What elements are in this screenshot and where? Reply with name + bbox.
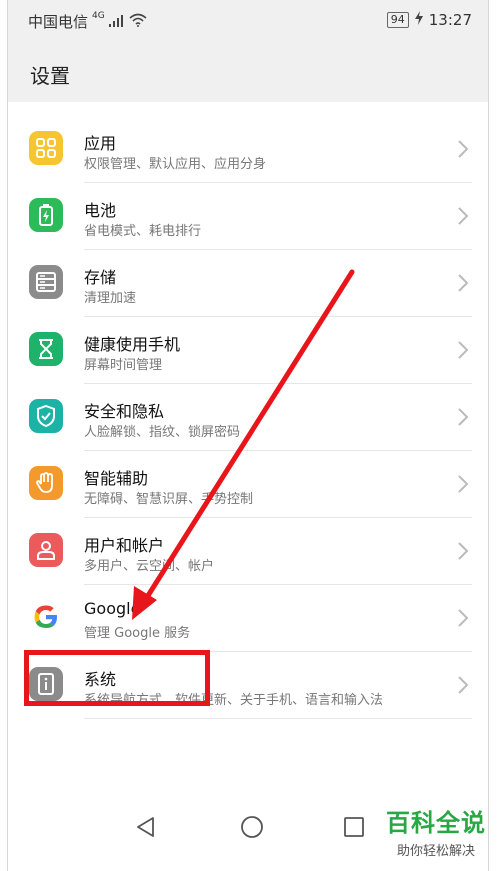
settings-item-security[interactable]: 安全和隐私 人脸解锁、指纹、锁屏密码 bbox=[8, 384, 488, 451]
settings-list: 应用 权限管理、默认应用、应用分身 电池 省电模式、耗电排行 存储 清理加速 健… bbox=[8, 116, 488, 719]
apps-grid-icon bbox=[29, 131, 63, 165]
settings-item-subtitle: 屏幕时间管理 bbox=[84, 358, 163, 373]
network-type: 4G bbox=[92, 10, 105, 21]
chevron-right-icon bbox=[458, 341, 469, 359]
settings-item-subtitle: 管理 Google 服务 bbox=[84, 626, 191, 641]
storage-icon bbox=[29, 265, 63, 299]
watermark-title: 百科全说 bbox=[386, 809, 486, 837]
status-bar: 中国电信 4G 94 13:27 bbox=[8, 0, 488, 40]
chevron-right-icon bbox=[458, 140, 469, 158]
home-circle-icon[interactable] bbox=[240, 815, 264, 839]
settings-item-google[interactable]: Google 管理 Google 服务 bbox=[8, 585, 488, 652]
chevron-right-icon bbox=[458, 542, 469, 560]
settings-item-title: 存储 bbox=[84, 268, 117, 287]
back-triangle-icon[interactable] bbox=[134, 815, 158, 839]
chevron-right-icon bbox=[458, 408, 469, 426]
settings-item-accounts[interactable]: 用户和帐户 多用户、云空间、帐户 bbox=[8, 518, 488, 585]
hand-icon bbox=[29, 466, 63, 500]
hourglass-icon bbox=[29, 332, 63, 366]
settings-item-title: 安全和隐私 bbox=[84, 402, 165, 421]
google-icon bbox=[29, 600, 63, 634]
settings-item-battery[interactable]: 电池 省电模式、耗电排行 bbox=[8, 183, 488, 250]
settings-item-subtitle: 清理加速 bbox=[84, 291, 137, 306]
settings-item-apps[interactable]: 应用 权限管理、默认应用、应用分身 bbox=[8, 116, 488, 183]
settings-item-subtitle: 人脸解锁、指纹、锁屏密码 bbox=[84, 425, 241, 440]
page-title: 设置 bbox=[30, 64, 70, 88]
settings-item-title: 智能辅助 bbox=[84, 469, 149, 488]
settings-item-subtitle: 无障碍、智慧识屏、手势控制 bbox=[84, 492, 254, 507]
chevron-right-icon bbox=[458, 274, 469, 292]
status-right: 94 13:27 bbox=[386, 11, 472, 29]
phone-screen: 中国电信 4G 94 13:27 设置 应用 权限管理、默认应用、应用分身 电池… bbox=[8, 0, 488, 871]
user-icon bbox=[29, 533, 63, 567]
signal-icon bbox=[108, 13, 125, 31]
settings-item-title: 健康使用手机 bbox=[84, 335, 181, 354]
settings-item-digital-balance[interactable]: 健康使用手机 屏幕时间管理 bbox=[8, 317, 488, 384]
title-bar: 设置 bbox=[8, 40, 488, 102]
battery-level: 94 bbox=[386, 12, 409, 28]
chevron-right-icon bbox=[458, 207, 469, 225]
wifi-icon bbox=[129, 13, 147, 31]
chevron-right-icon bbox=[458, 475, 469, 493]
divider bbox=[84, 718, 472, 719]
carrier-name: 中国电信 bbox=[28, 13, 89, 31]
status-left: 中国电信 4G bbox=[28, 11, 147, 32]
battery-icon bbox=[29, 198, 63, 232]
shield-check-icon bbox=[29, 399, 63, 433]
watermark-subtitle: 助你轻松解决 bbox=[396, 844, 475, 859]
chevron-right-icon bbox=[458, 609, 469, 627]
settings-item-subtitle: 多用户、云空间、帐户 bbox=[84, 559, 215, 574]
charging-icon bbox=[414, 11, 423, 29]
chevron-right-icon bbox=[458, 676, 469, 694]
clock: 13:27 bbox=[428, 11, 472, 29]
settings-item-title: Google bbox=[84, 599, 141, 618]
settings-item-smart-assist[interactable]: 智能辅助 无障碍、智慧识屏、手势控制 bbox=[8, 451, 488, 518]
highlight-box-system bbox=[24, 650, 210, 706]
settings-item-subtitle: 省电模式、耗电排行 bbox=[84, 224, 202, 239]
settings-item-title: 应用 bbox=[84, 134, 117, 153]
settings-item-storage[interactable]: 存储 清理加速 bbox=[8, 250, 488, 317]
settings-item-subtitle: 权限管理、默认应用、应用分身 bbox=[84, 157, 267, 172]
settings-item-title: 用户和帐户 bbox=[84, 536, 165, 555]
settings-item-title: 电池 bbox=[84, 201, 117, 220]
recent-square-icon[interactable] bbox=[344, 817, 364, 837]
watermark: 百科全说 助你轻松解决 bbox=[386, 803, 486, 859]
